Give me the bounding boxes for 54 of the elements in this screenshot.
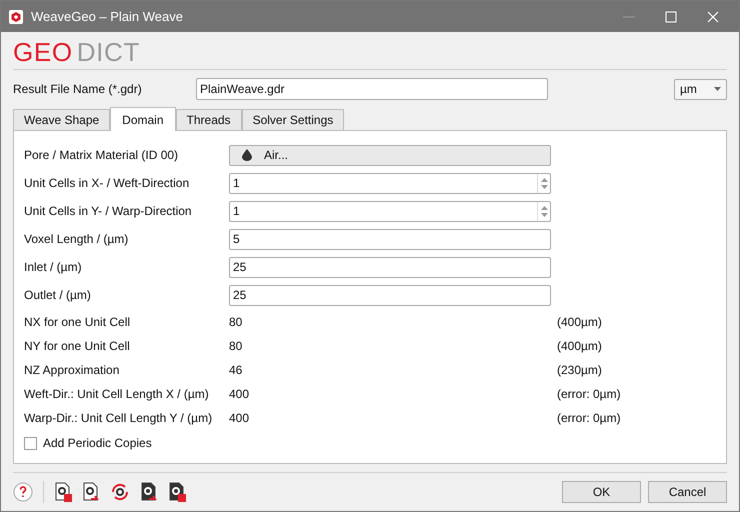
field-label: Unit Cells in X- / Weft-Direction: [24, 175, 190, 192]
help-icon[interactable]: [13, 482, 33, 502]
logo-text: GEO: [13, 39, 73, 65]
info-value: 80: [229, 314, 244, 331]
info-label: NY for one Unit Cell: [24, 338, 131, 355]
field-label: Voxel Length / (µm): [24, 231, 130, 248]
info-note: (error: 0µm): [557, 410, 621, 427]
spinner-arrows-icon[interactable]: [537, 202, 550, 220]
info-label: Warp-Dir.: Unit Cell Length Y / (µm): [24, 410, 214, 427]
info-note: (230µm): [557, 362, 602, 379]
tab[interactable]: Weave Shape: [13, 109, 110, 130]
refresh-gear-icon[interactable]: [110, 482, 130, 502]
info-value: 80: [229, 338, 244, 355]
info-note: (400µm): [557, 314, 602, 331]
info-note: (400µm): [557, 338, 602, 355]
field-label: Outlet / (µm): [24, 287, 92, 304]
maximize-icon[interactable]: [665, 10, 677, 22]
spinner-arrows-icon[interactable]: [537, 174, 550, 192]
dialog-button[interactable]: Cancel: [648, 481, 727, 503]
tab[interactable]: Solver Settings: [242, 109, 344, 130]
input-field[interactable]: PlainWeave.gdr: [196, 78, 548, 100]
tab[interactable]: Threads: [176, 109, 242, 130]
field-label: Unit Cells in Y- / Warp-Direction: [24, 203, 193, 220]
dialog-button[interactable]: OK: [562, 481, 641, 503]
app-icon: [9, 10, 23, 24]
input-field[interactable]: 5: [229, 228, 551, 250]
info-value: 400: [229, 386, 250, 403]
info-label: NX for one Unit Cell: [24, 314, 132, 331]
close-icon[interactable]: [707, 10, 719, 22]
field-label: Inlet / (µm): [24, 259, 83, 276]
checkbox-label: Add Periodic Copies: [43, 435, 152, 452]
load-settings-icon[interactable]: [140, 482, 158, 502]
checkbox[interactable]: [24, 436, 37, 450]
spin-field[interactable]: 1: [229, 200, 551, 222]
window-title: WeaveGeo – Plain Weave: [31, 8, 183, 26]
field-label: Pore / Matrix Material (ID 00): [24, 147, 180, 164]
tab[interactable]: Domain: [110, 107, 176, 131]
caret-icon: [714, 87, 721, 91]
logo-text: DICT: [76, 39, 140, 65]
info-value: 46: [229, 362, 244, 379]
info-note: (error: 0µm): [557, 386, 621, 403]
spin-field[interactable]: 1: [229, 172, 551, 194]
input-field[interactable]: 25: [229, 284, 551, 306]
info-label: NZ Approximation: [24, 362, 120, 379]
drop-icon: [242, 149, 252, 161]
info-value: 400: [229, 410, 250, 427]
save-settings-icon[interactable]: [54, 482, 72, 502]
field-label: Result File Name (*.gdr): [13, 81, 143, 98]
input-field[interactable]: 25: [229, 256, 551, 278]
unit-dropdown[interactable]: µm: [674, 78, 727, 100]
save-settings-icon[interactable]: [168, 482, 186, 502]
load-settings-icon[interactable]: [82, 482, 100, 502]
info-label: Weft-Dir.: Unit Cell Length X / (µm): [24, 386, 210, 403]
material-button[interactable]: Air...: [229, 144, 551, 166]
